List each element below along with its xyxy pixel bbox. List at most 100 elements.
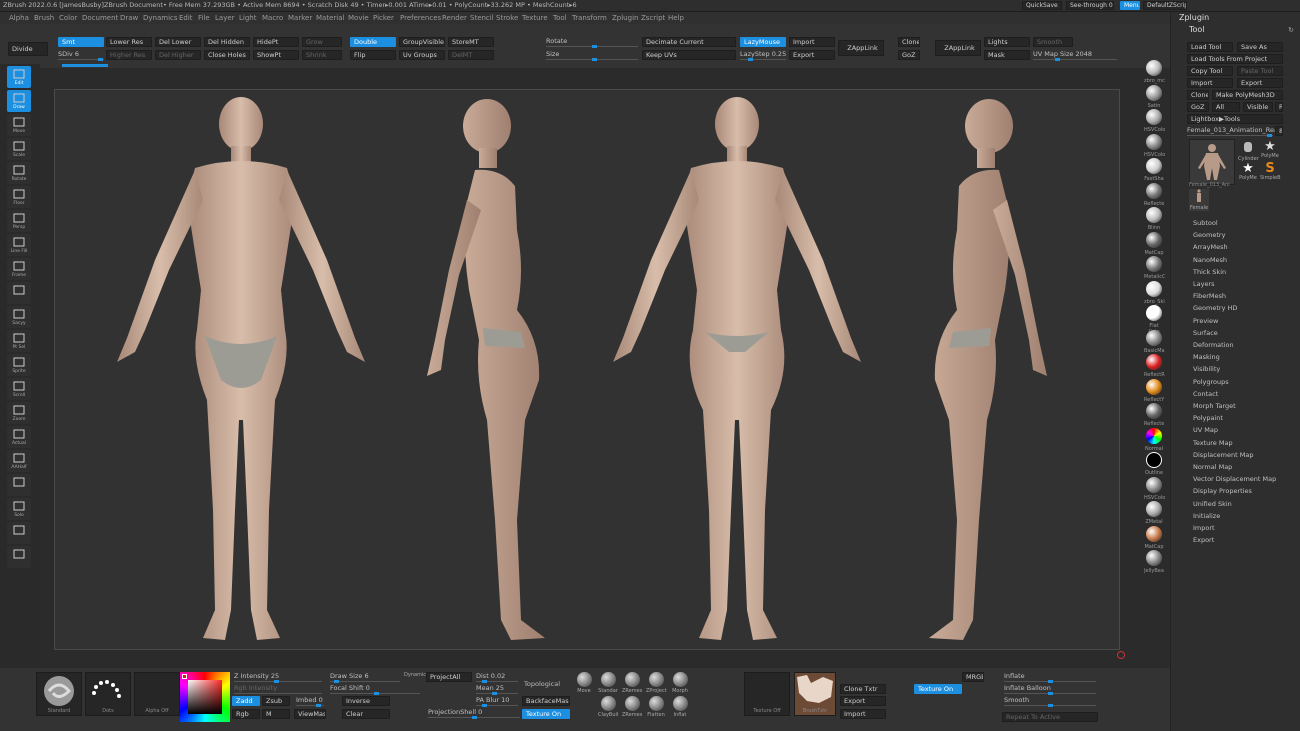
dynamic-toggle[interactable]: Dynamic xyxy=(404,672,426,678)
goz-all-button[interactable]: All xyxy=(1212,102,1240,112)
texture-off-thumb[interactable]: Texture Off xyxy=(744,672,790,716)
texture-import-button[interactable]: Import xyxy=(840,709,886,719)
palette-vector-displacement-map[interactable]: Vector Displacement Map xyxy=(1193,475,1276,483)
divide-button[interactable]: Divide xyxy=(8,42,48,56)
m-toggle[interactable]: M xyxy=(262,709,290,719)
del-higher-button[interactable]: Del Higher xyxy=(155,50,201,60)
topological-toggle[interactable]: Topological xyxy=(524,680,560,688)
export-button[interactable]: Export xyxy=(789,50,835,60)
brush-move[interactable]: Move xyxy=(574,672,594,696)
menu-document[interactable]: Document xyxy=(82,14,118,22)
palette-fibermesh[interactable]: FiberMesh xyxy=(1193,292,1226,300)
tool-zoom[interactable]: Zoom xyxy=(7,402,31,424)
lower-res-button[interactable]: Lower Res xyxy=(106,37,152,47)
quicksave-button[interactable]: QuickSave xyxy=(1022,1,1062,10)
higher-res-button[interactable]: Higher Res xyxy=(106,50,152,60)
load-tool-button[interactable]: Load Tool xyxy=(1187,42,1233,52)
tool-aahalf[interactable]: AAHalf xyxy=(7,450,31,472)
menu-light[interactable]: Light xyxy=(239,14,256,22)
menu-tool[interactable]: Tool xyxy=(553,14,567,22)
menu-help[interactable]: Help xyxy=(668,14,684,22)
palette-visibility[interactable]: Visibility xyxy=(1193,365,1220,373)
group-visible-button[interactable]: GroupVisible xyxy=(399,37,445,47)
viewmask-toggle[interactable]: ViewMask xyxy=(294,709,326,719)
size-slider[interactable]: Size xyxy=(546,50,638,61)
menu-texture[interactable]: Texture xyxy=(522,14,548,22)
menu-render[interactable]: Render xyxy=(442,14,467,22)
copy-tool-button[interactable]: Copy Tool xyxy=(1187,66,1233,76)
menu-zscript[interactable]: Zscript xyxy=(641,14,665,22)
lights-button[interactable]: Lights xyxy=(984,37,1030,47)
brush-zproject[interactable]: ZProject xyxy=(646,672,667,696)
viewport-canvas[interactable] xyxy=(54,89,1125,659)
mask-button[interactable]: Mask xyxy=(984,50,1030,60)
tool-clone-button[interactable]: Clone xyxy=(1187,90,1209,100)
tool-sacyy[interactable]: Sacyy xyxy=(7,306,31,328)
menu-edit[interactable]: Edit xyxy=(179,14,193,22)
clone-txtr-button[interactable]: Clone Txtr xyxy=(840,684,886,694)
palette-layers[interactable]: Layers xyxy=(1193,280,1215,288)
del-hidden-button[interactable]: Del Hidden xyxy=(204,37,250,47)
female-tool-thumb[interactable]: Female xyxy=(1189,189,1209,211)
brush-texture-thumb[interactable]: BrushTxtr xyxy=(794,672,836,716)
projection-shell-slider[interactable]: ProjectionShell 0 xyxy=(428,708,520,719)
color-picker[interactable] xyxy=(180,672,230,722)
palette-export[interactable]: Export xyxy=(1193,536,1214,544)
standard-brush-thumb[interactable]: Standard xyxy=(36,672,82,716)
brush-inflat[interactable]: Inflat xyxy=(670,696,690,720)
current-tool-thumbnail[interactable] xyxy=(1189,139,1235,185)
menu-transform[interactable]: Transform xyxy=(572,14,607,22)
goz-visible-button[interactable]: Visible xyxy=(1243,102,1273,112)
palette-contact[interactable]: Contact xyxy=(1193,390,1218,398)
menu-material[interactable]: Material xyxy=(316,14,344,22)
menu-brush[interactable]: Brush xyxy=(34,14,54,22)
tool-slot-20[interactable] xyxy=(7,546,31,568)
decimate-current-button[interactable]: Decimate Current xyxy=(642,37,736,47)
palette-initialize[interactable]: Initialize xyxy=(1193,512,1220,520)
palette-polypaint[interactable]: Polypaint xyxy=(1193,414,1223,422)
palette-subtool[interactable]: Subtool xyxy=(1193,219,1218,227)
tool-persp[interactable]: Persp xyxy=(7,210,31,232)
zapplink-button[interactable]: ZAppLink xyxy=(838,40,884,56)
menu-file[interactable]: File xyxy=(198,14,210,22)
palette-geometry[interactable]: Geometry xyxy=(1193,231,1225,239)
sdiv-slider[interactable]: SDiv 6 xyxy=(58,50,104,61)
tool-export-button[interactable]: Export xyxy=(1237,78,1283,88)
goz-button[interactable]: GoZ xyxy=(898,50,920,60)
texture-on-toggle[interactable]: Texture On xyxy=(522,709,570,719)
menu-stencil[interactable]: Stencil xyxy=(470,14,494,22)
default-zscript-button[interactable]: DefaultZScript xyxy=(1143,1,1187,10)
draw-size-slider[interactable]: Draw Size 6 xyxy=(330,672,400,683)
palette-unified-skin[interactable]: Unified Skin xyxy=(1193,500,1232,508)
tool-move[interactable]: Move xyxy=(7,114,31,136)
double-toggle[interactable]: Double xyxy=(350,37,396,47)
mean-slider[interactable]: Mean 25 xyxy=(476,684,518,695)
polymesh-tool-thumb-2[interactable]: ★ PolyMe xyxy=(1238,162,1258,186)
zapplink-button-2[interactable]: ZAppLink xyxy=(935,40,981,56)
focal-shift-slider[interactable]: Focal Shift 0 xyxy=(330,684,420,695)
palette-polygroups[interactable]: Polygroups xyxy=(1193,378,1229,386)
tool-draw[interactable]: Draw xyxy=(7,90,31,112)
load-tools-from-project-button[interactable]: Load Tools From Project xyxy=(1187,54,1283,64)
clone-button[interactable]: Clone xyxy=(898,37,920,47)
tool-scale[interactable]: Scale xyxy=(7,138,31,160)
tool-rotate[interactable]: Rotate xyxy=(7,162,31,184)
menu-preferences[interactable]: Preferences xyxy=(400,14,441,22)
menu-color[interactable]: Color xyxy=(59,14,77,22)
close-icon[interactable]: ↻ xyxy=(1288,26,1294,34)
repeat-to-active-button[interactable]: Repeat To Active xyxy=(1002,712,1098,722)
tool-floor[interactable]: Floor xyxy=(7,186,31,208)
see-through-slider[interactable]: See-through 0 xyxy=(1066,1,1114,10)
smt-toggle[interactable]: Smt xyxy=(58,37,104,47)
tool-edit[interactable]: Edit xyxy=(7,66,31,88)
palette-preview[interactable]: Preview xyxy=(1193,317,1218,325)
menu-alpha[interactable]: Alpha xyxy=(9,14,29,22)
palette-import[interactable]: Import xyxy=(1193,524,1215,532)
simplebrush-tool-thumb[interactable]: S SimpleB xyxy=(1260,162,1281,186)
material-20[interactable]: JellyBea xyxy=(1144,550,1164,578)
import-button[interactable]: Import xyxy=(789,37,835,47)
current-tool-slider[interactable]: Female_013_Animation_Read xyxy=(1187,126,1282,137)
tool-actual[interactable]: Actual xyxy=(7,426,31,448)
tool-scroll[interactable]: Scroll xyxy=(7,378,31,400)
rotate-slider[interactable]: Rotate xyxy=(546,37,638,48)
